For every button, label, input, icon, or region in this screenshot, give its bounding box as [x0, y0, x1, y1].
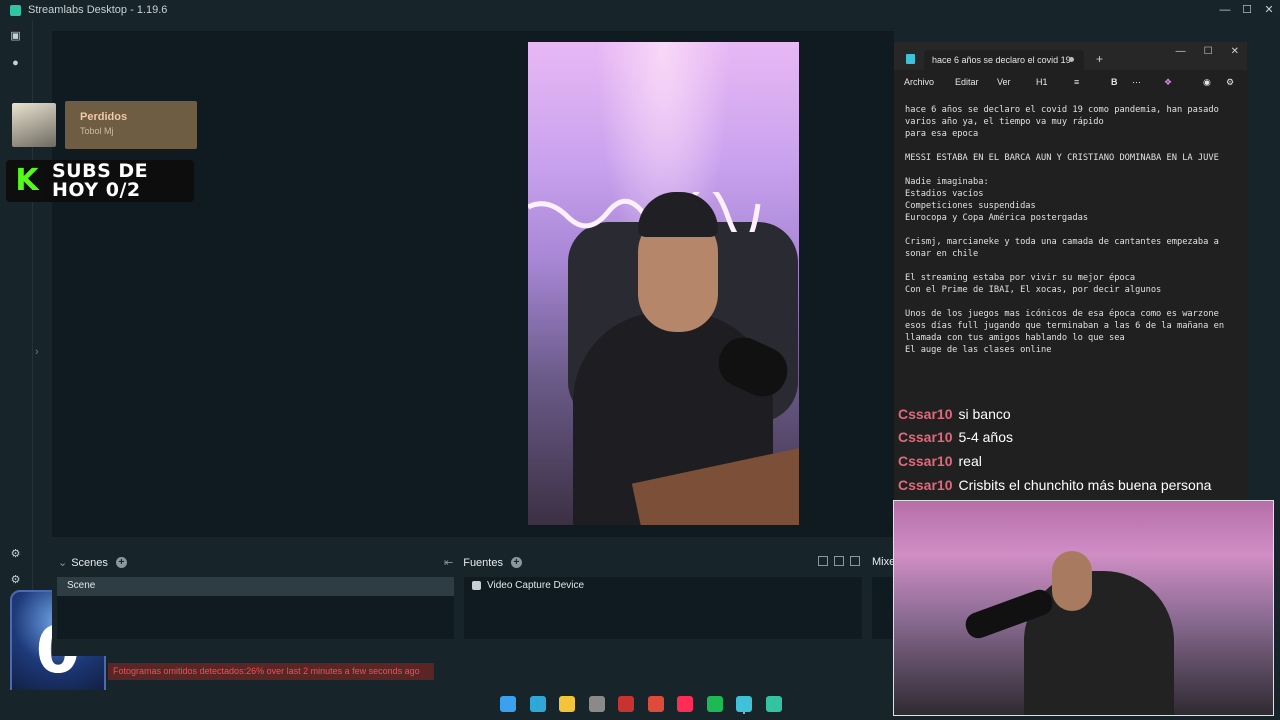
stream-preview[interactable] — [528, 42, 799, 525]
notepad-icon — [906, 54, 915, 64]
windows-start-icon[interactable] — [500, 696, 516, 712]
close-icon[interactable]: ✕ — [1258, 0, 1280, 20]
window-controls: — ☐ ✕ — [1214, 0, 1280, 20]
song-artist: Tobol Mj — [80, 126, 114, 136]
scenes-label: Scenes — [71, 556, 108, 569]
copilot-icon[interactable]: ❖ — [1164, 77, 1172, 88]
mixer-panel — [872, 577, 894, 639]
chat-overlay: Cssar10 si banco Cssar10 5-4 años Cssar1… — [898, 402, 1258, 498]
account-icon[interactable]: ◉ — [1203, 77, 1211, 88]
scene-item[interactable]: Scene — [57, 577, 454, 596]
list-icon[interactable]: ≡ — [1074, 77, 1079, 87]
title-bar: Streamlabs Desktop - 1.19.6 — ☐ ✕ — [0, 0, 1280, 20]
maximize-icon[interactable]: ☐ — [1236, 0, 1258, 20]
taskbar — [0, 690, 893, 720]
subs-goal-line2: HOY 0/2 — [52, 179, 141, 201]
source-tools — [818, 556, 860, 566]
collapse-chevron-icon[interactable]: › — [35, 346, 39, 358]
chat-message: Cssar10 5-4 años — [898, 426, 1258, 450]
editor-icon[interactable]: ▣ — [9, 30, 22, 43]
sources-header: ⇤ Fuentes + — [444, 556, 522, 569]
spotify-icon[interactable] — [706, 696, 723, 712]
menu-archivo[interactable]: Archivo — [904, 77, 934, 87]
record-icon[interactable]: ● — [9, 57, 22, 70]
kick-logo-icon: K — [8, 162, 46, 200]
notepad-window-controls: — ☐ ✕ — [1176, 46, 1239, 57]
chat-username: Cssar10 — [898, 452, 953, 469]
song-title: Perdidos — [80, 111, 128, 123]
news-icon[interactable] — [618, 696, 634, 712]
now-playing-widget: Perdidos Tobol Mj — [12, 101, 197, 149]
scenes-header: ⌄ Scenes + — [58, 556, 127, 569]
source-item[interactable]: Video Capture Device — [472, 580, 584, 591]
mixer-label: Mixe — [872, 556, 896, 568]
chrome-icon[interactable] — [647, 696, 664, 712]
settings-gear-icon[interactable]: ⚙ — [9, 548, 22, 561]
mixer-header: Mixe — [872, 556, 895, 568]
chat-message: Cssar10 real — [898, 449, 1258, 473]
streamlabs-icon[interactable] — [765, 696, 782, 712]
notepad-text-area[interactable]: hace 6 años se declaro el covid 19 como … — [905, 104, 1245, 356]
webcam-overlay — [893, 500, 1274, 716]
notepad-tabbar: hace 6 años se declaro el covid 19 + — ☐… — [894, 42, 1247, 70]
window-title: Streamlabs Desktop - 1.19.6 — [28, 4, 168, 16]
xbox-icon[interactable] — [588, 696, 605, 712]
close-icon[interactable]: ✕ — [1231, 46, 1239, 57]
add-scene-button[interactable]: + — [115, 557, 127, 568]
chat-text: 5-4 años — [958, 429, 1013, 446]
notepad-icon[interactable] — [736, 696, 752, 712]
chat-text: Crisbits el chunchito más buena persona — [958, 476, 1212, 493]
heading-dropdown[interactable]: H1 — [1036, 77, 1048, 87]
chat-text: si banco — [958, 405, 1011, 422]
menu-editar[interactable]: Editar — [955, 77, 979, 87]
new-tab-button[interactable]: + — [1096, 52, 1103, 66]
minimize-icon[interactable]: — — [1176, 46, 1186, 57]
menu-ver[interactable]: Ver — [997, 77, 1011, 87]
sources-label: Fuentes — [463, 556, 503, 569]
now-playing-info: Perdidos Tobol Mj — [65, 101, 197, 149]
file-explorer-icon[interactable] — [559, 696, 575, 712]
subs-goal-widget: K SUBS DE HOY 0/2 — [6, 160, 194, 202]
chat-message: Cssar10 si banco — [898, 402, 1258, 426]
source-item-label: Video Capture Device — [487, 580, 585, 591]
dropped-frames-warning[interactable]: Fotogramas omitidos detectados:26% over … — [108, 663, 434, 680]
maximize-icon[interactable]: ☐ — [1204, 46, 1213, 57]
chat-username: Cssar10 — [898, 429, 953, 446]
source-link-icon[interactable] — [834, 556, 844, 566]
bold-button[interactable]: B — [1111, 77, 1118, 87]
minimize-icon[interactable]: — — [1214, 0, 1236, 20]
edge-icon[interactable] — [529, 696, 546, 712]
collapse-panel-icon[interactable]: ⇤ — [444, 556, 453, 569]
source-remove-icon[interactable] — [850, 556, 860, 566]
studio-mode-icon[interactable]: ⚙ — [9, 574, 22, 587]
chat-username: Cssar10 — [898, 476, 953, 493]
chevron-down-icon[interactable]: ⌄ — [58, 556, 67, 569]
webcam-person-head — [1052, 551, 1092, 611]
notepad-menubar: Archivo Editar Ver H1 ≡ B ⋯ ❖ ◉ ⚙ — [894, 72, 1247, 94]
unsaved-dot-icon[interactable] — [1069, 57, 1074, 62]
add-source-button[interactable]: + — [510, 557, 522, 568]
tiktok-icon[interactable] — [677, 696, 693, 712]
subs-goal-text: SUBS DE HOY 0/2 — [52, 162, 148, 200]
album-art — [12, 103, 56, 147]
streamlabs-logo-icon — [10, 4, 21, 16]
chat-message: Cssar10 Crisbits el chunchito más buena … — [898, 473, 1258, 497]
more-icon[interactable]: ⋯ — [1132, 77, 1141, 88]
source-folder-icon[interactable] — [818, 556, 828, 566]
sources-list: Video Capture Device — [464, 577, 862, 639]
camera-icon — [472, 581, 481, 590]
chat-username: Cssar10 — [898, 405, 953, 422]
settings-gear-icon[interactable]: ⚙ — [1226, 77, 1234, 88]
notepad-tab[interactable]: hace 6 años se declaro el covid 19 — [924, 50, 1084, 70]
chat-text: real — [958, 452, 982, 469]
scenes-list: Scene — [57, 577, 454, 639]
